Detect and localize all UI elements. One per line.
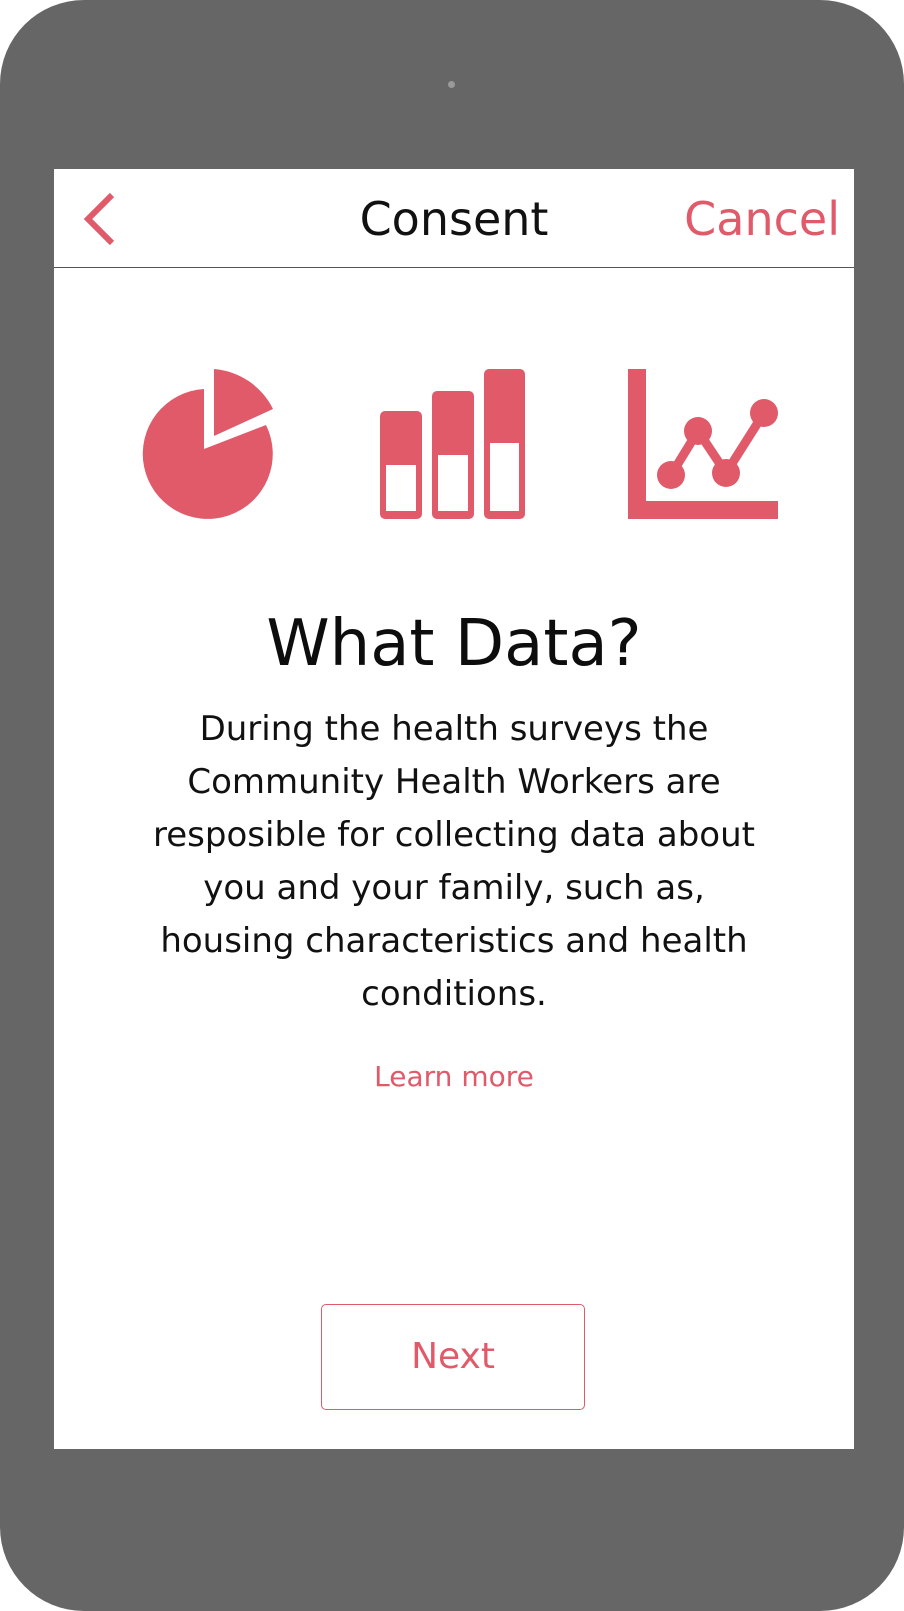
- next-button[interactable]: Next: [321, 1304, 585, 1410]
- cancel-button[interactable]: Cancel: [684, 191, 840, 247]
- learn-more-link[interactable]: Learn more: [54, 1057, 854, 1097]
- bar-chart-icon: [380, 369, 525, 519]
- section-heading: What Data?: [266, 607, 642, 681]
- line-chart-icon: [628, 369, 778, 519]
- pie-chart-icon: [142, 369, 273, 519]
- app-screen: Consent Cancel What Data? During the hea…: [54, 169, 854, 1449]
- device-frame: Consent Cancel What Data? During the hea…: [0, 0, 904, 1611]
- navigation-bar: Consent Cancel: [54, 169, 854, 268]
- data-illustration: [54, 369, 854, 519]
- description-text: During the health surveys the Community …: [153, 709, 755, 1014]
- camera-dot: [448, 81, 455, 88]
